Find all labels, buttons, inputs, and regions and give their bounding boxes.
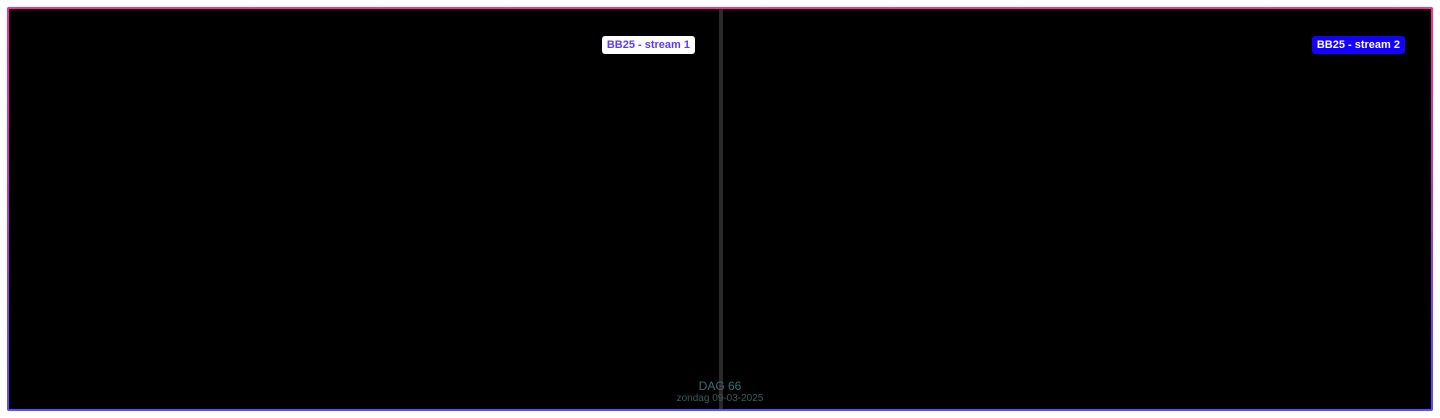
stream-2-player[interactable]: BB25 - stream 2 <box>723 9 1431 409</box>
multiview-frame: BB25 - stream 1 BB25 - stream 2 DAG 66 z… <box>7 7 1433 411</box>
stream-1-label: BB25 - stream 1 <box>601 36 695 54</box>
stream-2-label: BB25 - stream 2 <box>1311 36 1405 54</box>
stream-1-player[interactable]: BB25 - stream 1 <box>9 9 719 409</box>
